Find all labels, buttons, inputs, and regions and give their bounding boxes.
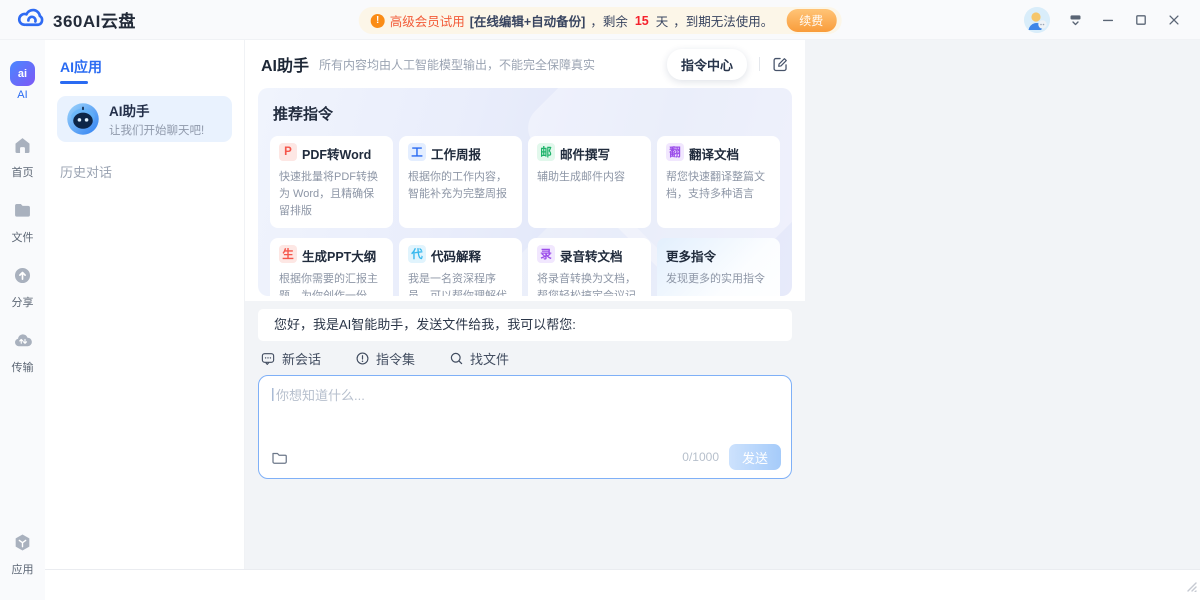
assistant-card-subtitle: 让我们开始聊天吧! xyxy=(109,122,204,138)
notice-mid: ，剩余 xyxy=(590,11,628,30)
nav-rail: ai AI 首页 文件 分享 传输 xyxy=(0,40,45,600)
cloud-logo-icon xyxy=(16,6,45,34)
membership-notice-banner: ! 高级会员试用 [在线编辑+自动备份] ，剩余 15 天 ，到期无法使用。 续… xyxy=(359,7,842,34)
notice-days-unit: 天 xyxy=(656,11,669,30)
recommend-title: 推荐指令 xyxy=(273,103,780,124)
command-set-button[interactable]: 指令集 xyxy=(355,349,415,368)
nav-item-files[interactable]: 文件 xyxy=(12,200,34,245)
notice-highlight: 高级会员试用 xyxy=(390,11,465,30)
chat-toolbar: 新会话 指令集 找文件 xyxy=(260,349,509,368)
ai-badge-icon: ai xyxy=(10,61,35,86)
topbar: 360AI云盘 ! 高级会员试用 [在线编辑+自动备份] ，剩余 15 天 ，到… xyxy=(0,0,1200,40)
find-file-button[interactable]: 找文件 xyxy=(449,349,509,368)
tab-active-underline xyxy=(60,81,88,84)
assistant-card-title: AI助手 xyxy=(109,100,204,120)
mini-mode-icon[interactable] xyxy=(1067,12,1083,28)
topbar-right xyxy=(1024,7,1200,33)
attach-file-icon[interactable] xyxy=(271,450,288,465)
chat-bubble-icon xyxy=(260,351,276,366)
home-icon xyxy=(12,135,33,161)
nav-item-apps[interactable]: 应用 xyxy=(12,532,34,577)
nav-item-share[interactable]: 分享 xyxy=(12,265,34,310)
app-logo: 360AI云盘 xyxy=(0,6,136,34)
assistant-greeting-message: 您好，我是AI智能助手，发送文件给我，我可以帮您: xyxy=(258,309,792,341)
pdf-badge-icon: P xyxy=(279,143,297,161)
card-audio-to-doc[interactable]: 录录音转文档 将录音转换为文档，帮您轻松搞定会议记录 xyxy=(528,238,651,296)
command-cards-grid: PPDF转Word 快速批量将PDF转换为 Word，且精确保留排版 工工作周报… xyxy=(270,136,780,296)
search-icon xyxy=(449,351,464,366)
resize-grip[interactable] xyxy=(1184,579,1197,597)
chat-input-box: | 0/1000 发送 xyxy=(258,375,792,479)
nav-item-transfer[interactable]: 传输 xyxy=(12,330,34,375)
work-badge-icon: 工 xyxy=(408,143,426,161)
compose-icon[interactable] xyxy=(772,56,789,73)
card-ppt-outline[interactable]: 生生成PPT大纲 根据你需要的汇报主题，为你创作一份PP... xyxy=(270,238,393,296)
new-chat-button[interactable]: 新会话 xyxy=(260,349,321,368)
card-more-commands[interactable]: 更多指令 发现更多的实用指令 xyxy=(657,238,780,296)
translate-badge-icon: 翻 xyxy=(666,143,684,161)
card-code-explain[interactable]: 代代码解释 我是一名资深程序员，可以帮你理解代码 xyxy=(399,238,522,296)
nav-item-ai[interactable]: ai AI xyxy=(10,61,35,101)
warning-icon: ! xyxy=(371,14,385,28)
maximize-icon[interactable] xyxy=(1133,12,1149,28)
minimize-icon[interactable] xyxy=(1100,12,1116,28)
command-center-button[interactable]: 指令中心 xyxy=(667,49,747,80)
chat-panel: AI助手 所有内容均由人工智能模型输出，不能完全保障真实 指令中心 推荐指令 P… xyxy=(245,40,805,301)
ai-disclaimer: 所有内容均由人工智能模型输出，不能完全保障真实 xyxy=(319,56,595,73)
apps-icon xyxy=(12,532,33,558)
notice-days-remaining: 15 xyxy=(633,14,651,28)
ai-sidebar: AI应用 AI助手 让我们开始聊天吧! xyxy=(45,40,245,569)
card-pdf-to-word[interactable]: PPDF转Word 快速批量将PDF转换为 Word，且精确保留排版 xyxy=(270,136,393,228)
char-counter: 0/1000 xyxy=(682,450,719,464)
robot-avatar-icon xyxy=(66,102,100,136)
header-divider xyxy=(759,57,760,71)
chat-input-field[interactable] xyxy=(276,385,781,442)
chat-panel-header: AI助手 所有内容均由人工智能模型输出，不能完全保障真实 指令中心 xyxy=(245,40,805,88)
ai-assistant-entry[interactable]: AI助手 让我们开始聊天吧! xyxy=(57,96,232,142)
code-badge-icon: 代 xyxy=(408,245,426,263)
share-icon xyxy=(12,265,33,291)
user-avatar[interactable] xyxy=(1024,7,1050,33)
transfer-icon xyxy=(12,330,34,356)
command-set-icon xyxy=(355,351,370,366)
generate-badge-icon: 生 xyxy=(279,245,297,263)
app-window: 360AI云盘 ! 高级会员试用 [在线编辑+自动备份] ，剩余 15 天 ，到… xyxy=(0,0,1200,600)
close-icon[interactable] xyxy=(1166,12,1182,28)
status-bar xyxy=(45,569,1200,600)
notice-tail: ，到期无法使用。 xyxy=(673,11,773,30)
send-button[interactable]: 发送 xyxy=(729,444,781,470)
folder-icon xyxy=(12,200,33,226)
history-section-label: 历史对话 xyxy=(60,162,244,181)
record-badge-icon: 录 xyxy=(537,245,555,263)
renew-button[interactable]: 续费 xyxy=(786,9,836,32)
card-translate-doc[interactable]: 翻翻译文档 帮您快速翻译整篇文档，支持多种语言 xyxy=(657,136,780,228)
card-weekly-report[interactable]: 工工作周报 根据你的工作内容，智能补充为完整周报 xyxy=(399,136,522,228)
recommended-commands-section: 推荐指令 PPDF转Word 快速批量将PDF转换为 Word，且精确保留排版 … xyxy=(258,88,792,296)
tab-ai-apps[interactable]: AI应用 xyxy=(60,57,102,77)
nav-item-home[interactable]: 首页 xyxy=(12,135,34,180)
notice-feature: [在线编辑+自动备份] xyxy=(470,11,586,30)
app-title: 360AI云盘 xyxy=(53,7,136,32)
text-caret: | xyxy=(271,385,275,401)
mail-badge-icon: 邮 xyxy=(537,143,555,161)
card-email-writing[interactable]: 邮邮件撰写 辅助生成邮件内容 xyxy=(528,136,651,228)
page-title: AI助手 xyxy=(261,52,309,76)
